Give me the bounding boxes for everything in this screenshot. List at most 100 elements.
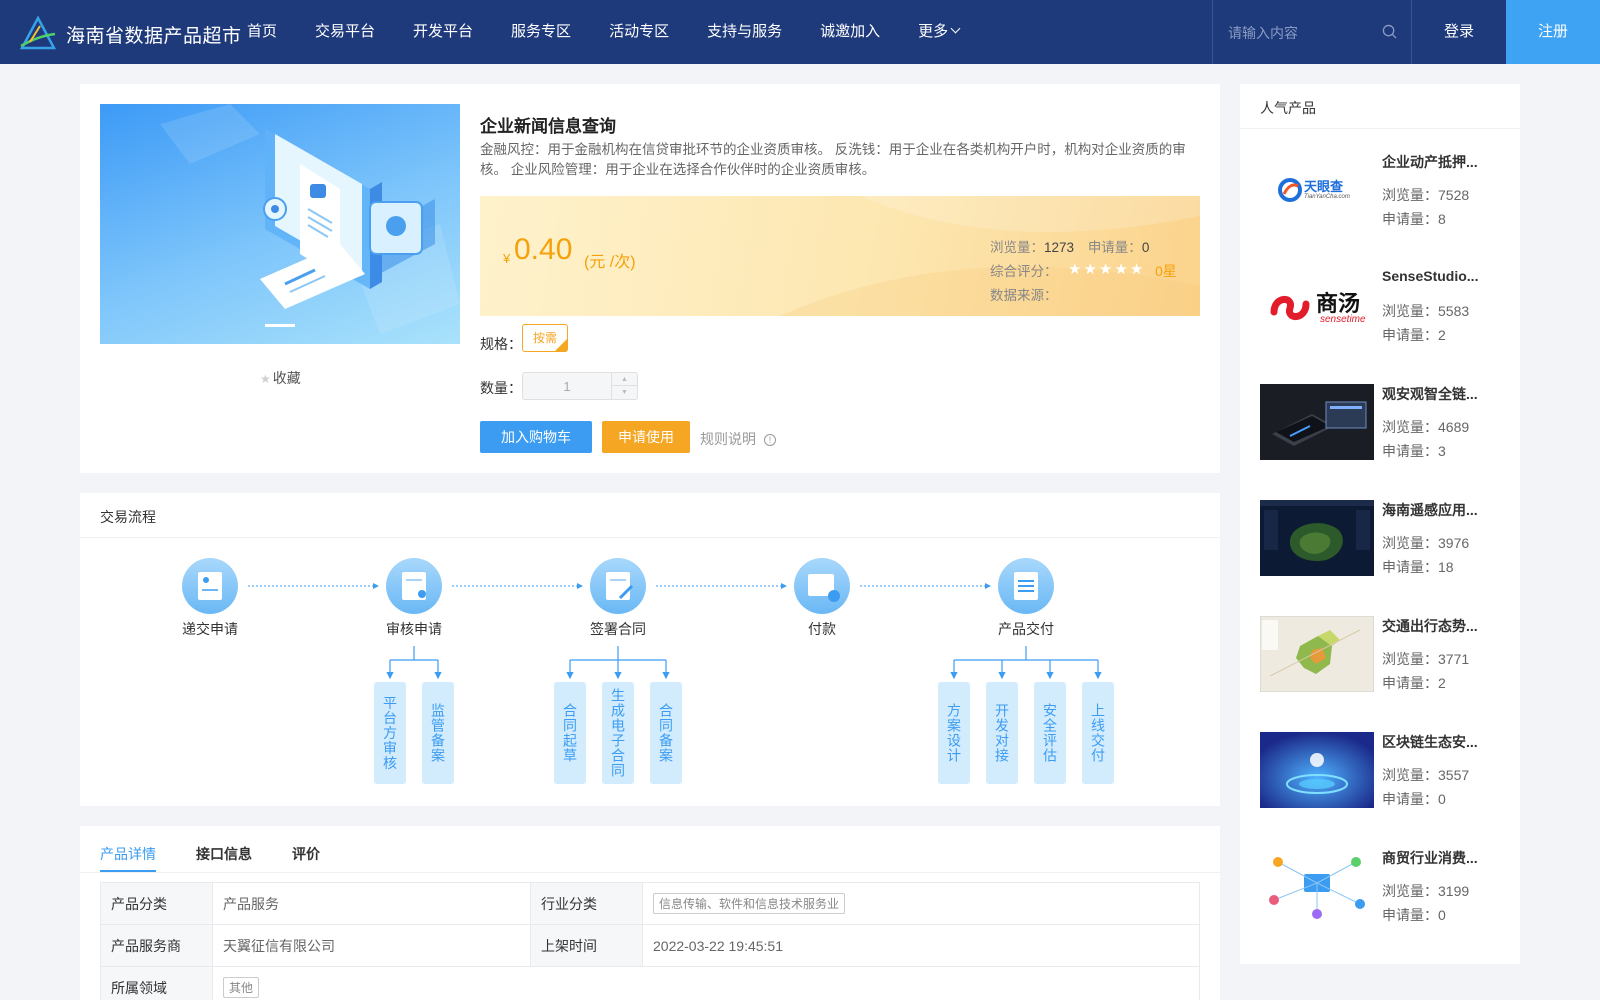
spec-option-on-demand[interactable]: 按需 — [522, 324, 568, 352]
step-label-contract: 签署合同 — [590, 621, 646, 637]
nav-trading[interactable]: 交易平台 — [296, 0, 394, 64]
popular-product-item[interactable]: 商贸行业消费... 浏览量：3199 申请量：0 — [1260, 836, 1505, 926]
product-thumbnail[interactable] — [1260, 616, 1374, 692]
stats-views-applies: 浏览量：1273 申请量：0 — [990, 236, 1149, 256]
quantity-stepper: ▲ ▼ — [522, 372, 638, 400]
chevron-down-icon — [950, 23, 961, 34]
popular-product-name[interactable]: 商贸行业消费... — [1382, 848, 1492, 868]
product-thumbnail[interactable] — [1260, 500, 1374, 576]
sub-step-char: 交 — [1091, 733, 1105, 749]
popular-product-views: 浏览量：3771 — [1382, 651, 1470, 667]
popular-product-item[interactable]: 区块链生态安... 浏览量：3557 申请量：0 — [1260, 720, 1505, 810]
tab-product-details[interactable]: 产品详情 — [100, 844, 156, 864]
popular-product-applies: 申请量：2 — [1382, 675, 1446, 691]
login-button[interactable]: 登录 — [1412, 0, 1506, 64]
product-thumbnail[interactable] — [1260, 848, 1374, 924]
sub-step-char: 合 — [611, 748, 625, 764]
step-label-payment: 付款 — [808, 621, 836, 637]
quantity-decrease-button[interactable]: ▼ — [611, 386, 637, 399]
label-domain: 所属领域 — [100, 966, 213, 1000]
sub-step-char: 同 — [563, 718, 577, 734]
rating-label: 综合评分： — [990, 264, 1058, 279]
info-icon: ! — [764, 434, 776, 446]
apply-use-button[interactable]: 申请使用 — [602, 421, 690, 453]
popular-product-applies: 申请量：2 — [1382, 327, 1446, 343]
sub-step-char: 估 — [1043, 748, 1057, 764]
tianyancha-logo[interactable]: 天眼查 TianYanCha.com — [1260, 152, 1374, 228]
popular-product-applies: 申请量：0 — [1382, 907, 1446, 923]
step-label-delivery: 产品交付 — [998, 621, 1054, 637]
popular-product-item[interactable]: 海南遥感应用... 浏览量：3976 申请量：18 — [1260, 488, 1505, 578]
sensetime-logo[interactable]: 商汤 sensetime — [1260, 268, 1374, 344]
sub-step-char: 计 — [947, 748, 961, 764]
add-to-cart-button[interactable]: 加入购物车 — [480, 421, 592, 453]
popular-product-views: 浏览量：5583 — [1382, 303, 1470, 319]
product-thumbnail[interactable] — [1260, 732, 1374, 808]
main-nav: 首页 交易平台 开发平台 服务专区 活动专区 支持与服务 诚邀加入 更多 — [228, 0, 978, 64]
star-icon: ★ — [260, 372, 271, 386]
sub-step-char: 备 — [659, 733, 673, 749]
sub-step-char: 上 — [1091, 703, 1105, 719]
source-label: 数据来源： — [990, 288, 1058, 303]
quantity-increase-button[interactable]: ▲ — [611, 373, 637, 386]
popular-product-item[interactable]: 观安观智全链... 浏览量：4689 申请量：3 — [1260, 372, 1505, 462]
nav-home[interactable]: 首页 — [228, 0, 296, 64]
table-row: 产品服务商 天翼征信有限公司 上架时间 2022-03-22 19:45:51 — [100, 924, 1200, 967]
industry-tag: 信息传输、软件和信息技术服务业 — [653, 893, 846, 914]
flow-diagram: 递交申请 审核申请 签署合同 付款 产品交付 平台方审核平台方审核监管备案监管备… — [182, 558, 1114, 784]
step-labels: 递交申请 审核申请 签署合同 付款 产品交付 — [182, 621, 1054, 637]
sub-step-char: 安 — [1043, 703, 1057, 719]
sub-step-char: 台 — [383, 710, 397, 726]
sub-step-char: 监 — [431, 703, 445, 719]
value-provider: 天翼征信有限公司 — [212, 924, 531, 967]
sub-step-char: 合 — [563, 703, 577, 719]
popular-product-item[interactable]: 商汤 sensetime SenseStudio... 浏览量：5583 申请量：2 — [1260, 256, 1505, 346]
nav-more[interactable]: 更多 — [899, 0, 978, 64]
nav-events[interactable]: 活动专区 — [590, 0, 688, 64]
popular-product-views: 浏览量：3976 — [1382, 535, 1470, 551]
step-label-submit: 递交申请 — [182, 621, 238, 637]
value-industry-category-cell: 信息传输、软件和信息技术服务业 — [642, 882, 1200, 925]
popular-product-item[interactable]: 交通出行态势... 浏览量：3771 申请量：2 — [1260, 604, 1505, 694]
sub-step-char: 案 — [947, 718, 961, 734]
product-info-table: 产品分类 产品服务 行业分类 信息传输、软件和信息技术服务业 产品服务商 天翼征… — [100, 882, 1200, 1000]
product-description: 金融风控：用于金融机构在信贷审批环节的企业资质审核。 反洗钱：用于企业在各类机构… — [480, 142, 1186, 177]
views-value: 1273 — [1044, 240, 1075, 255]
site-name[interactable]: 海南省数据产品超市 — [66, 21, 242, 48]
logo-icon[interactable] — [18, 12, 58, 52]
popular-product-name[interactable]: 交通出行态势... — [1382, 616, 1492, 636]
table-row: 产品分类 产品服务 行业分类 信息传输、软件和信息技术服务业 — [100, 882, 1200, 925]
popular-product-name[interactable]: 观安观智全链... — [1382, 384, 1492, 404]
nav-services[interactable]: 服务专区 — [492, 0, 590, 64]
register-button[interactable]: 注册 — [1506, 0, 1600, 64]
product-card: ★ 收藏 企业新闻信息查询 金融风控：用于金融机构在信贷审批环节的企业资质审核。 … — [80, 84, 1220, 473]
nav-development[interactable]: 开发平台 — [394, 0, 492, 64]
sub-step-char: 评 — [1043, 733, 1057, 749]
product-thumbnail[interactable] — [1260, 384, 1374, 460]
popular-product-applies: 申请量：3 — [1382, 443, 1446, 459]
popular-product-name[interactable]: 海南遥感应用... — [1382, 500, 1492, 520]
nav-support[interactable]: 支持与服务 — [688, 0, 801, 64]
popular-product-views: 浏览量：4689 — [1382, 419, 1470, 435]
sub-step-char: 子 — [611, 733, 625, 749]
popular-product-name[interactable]: 企业动产抵押... — [1382, 152, 1492, 172]
product-image[interactable] — [100, 104, 460, 344]
popular-product-name[interactable]: 区块链生态安... — [1382, 732, 1492, 752]
popular-product-views: 浏览量：7528 — [1382, 187, 1470, 203]
carousel-indicator[interactable] — [265, 324, 295, 327]
tab-interface-info[interactable]: 接口信息 — [196, 844, 252, 864]
search-icon[interactable] — [1382, 24, 1397, 39]
popular-product-applies: 申请量：8 — [1382, 211, 1446, 227]
tab-reviews[interactable]: 评价 — [292, 844, 320, 864]
favorite-button[interactable]: ★ 收藏 — [260, 368, 301, 388]
quantity-input[interactable] — [523, 373, 611, 399]
views-label: 浏览量： — [990, 240, 1044, 255]
divider — [80, 872, 1220, 873]
applies-value: 0 — [1141, 240, 1150, 255]
star-icon: ★ — [1114, 261, 1130, 278]
popular-product-item[interactable]: 天眼查 TianYanCha.com 企业动产抵押... 浏览量：7528 申请量：8 — [1260, 140, 1505, 230]
popular-product-name[interactable]: SenseStudio... — [1382, 268, 1492, 284]
search-input[interactable] — [1228, 22, 1378, 44]
rules-link[interactable]: 规则说明! — [700, 429, 776, 449]
nav-join[interactable]: 诚邀加入 — [801, 0, 899, 64]
